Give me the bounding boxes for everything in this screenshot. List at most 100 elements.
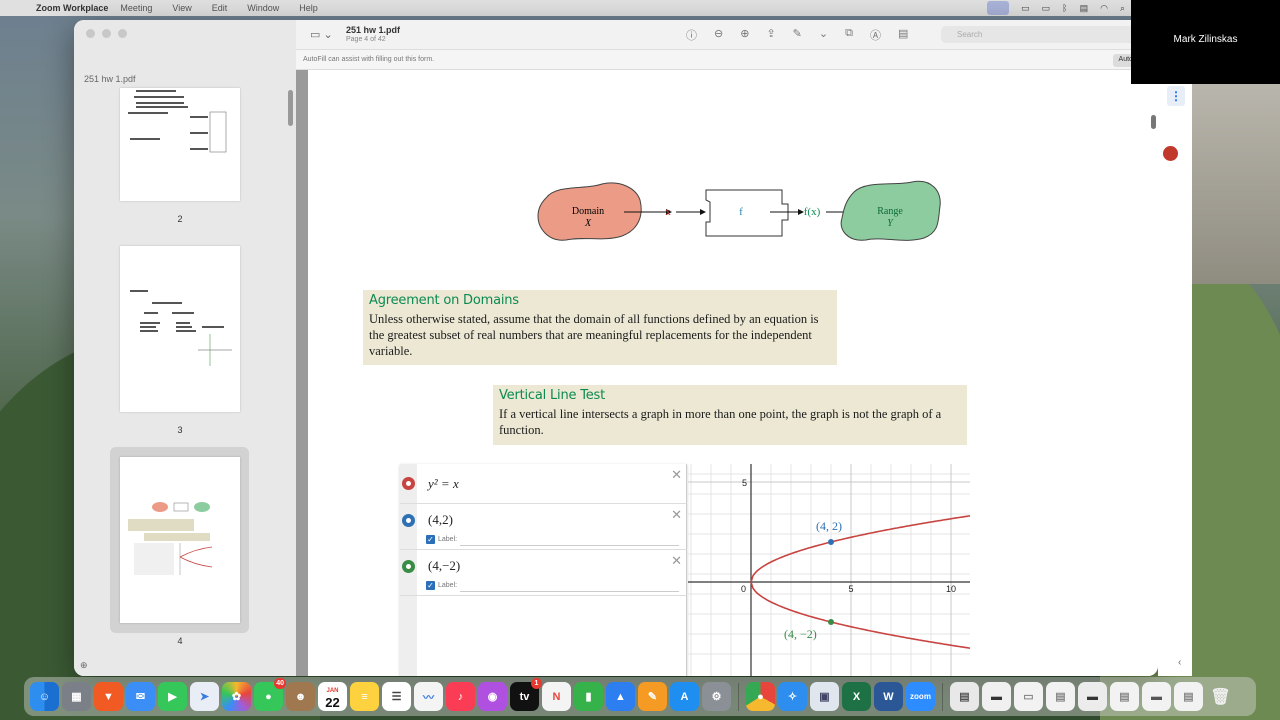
sidebar-toggle-icon[interactable]: ▭ ⌄ [310, 28, 333, 41]
point-color-icon[interactable] [402, 514, 415, 527]
notes-icon[interactable]: ≡ [350, 682, 379, 711]
menu-item-help[interactable]: Help [299, 3, 318, 13]
screen-mirror-icon[interactable]: ▭ [1021, 3, 1030, 14]
chrome-icon[interactable]: ● [746, 682, 775, 711]
point-4-2[interactable] [828, 539, 834, 545]
reminders-icon[interactable]: ☰ [382, 682, 411, 711]
recent-window-icon[interactable]: ▭ [1014, 682, 1043, 711]
contacts-icon[interactable]: ☻ [286, 682, 315, 711]
menu-app-name[interactable]: Zoom Workplace [36, 3, 108, 13]
rotate-icon[interactable]: ⧉ [845, 27, 853, 43]
highlight-icon[interactable]: Ⓐ [870, 27, 881, 43]
zoom-button[interactable] [118, 29, 127, 38]
add-page-icon[interactable]: ⊕ [80, 660, 88, 671]
document-viewer[interactable]: Domain X x f f(x) Range Y Agreement on D… [296, 70, 1158, 676]
calendar-icon[interactable]: JAN 22 [318, 682, 347, 711]
info-icon[interactable]: ⓘ [686, 27, 697, 43]
minimize-button[interactable] [102, 29, 111, 38]
mail-icon[interactable]: ✉ [126, 682, 155, 711]
word-icon[interactable]: W [874, 682, 903, 711]
delete-expression-icon[interactable]: ✕ [671, 507, 682, 523]
bluetooth-icon[interactable]: ᛒ [1062, 3, 1067, 13]
point-4-minus2[interactable] [828, 619, 834, 625]
news-icon[interactable]: N [542, 682, 571, 711]
recent-window-icon[interactable]: ▤ [1046, 682, 1075, 711]
menu-item-window[interactable]: Window [247, 3, 279, 13]
zoom-out-icon[interactable]: ⊖ [714, 27, 723, 43]
podcasts-icon[interactable]: ◉ [478, 682, 507, 711]
zoom-in-icon[interactable]: ⊕ [740, 27, 749, 43]
checkbox-icon[interactable]: ✓ [426, 535, 435, 544]
recent-window-icon[interactable]: ▤ [1110, 682, 1139, 711]
recent-window-icon[interactable]: ▤ [1174, 682, 1203, 711]
label-toggle[interactable]: ✓ Label: [426, 581, 457, 590]
music-icon[interactable]: ♪ [446, 682, 475, 711]
spotlight-icon[interactable]: ⌕ [1120, 3, 1125, 14]
system-settings-icon[interactable]: ⚙ [702, 682, 731, 711]
app-store-icon[interactable]: A [670, 682, 699, 711]
apple-tv-icon[interactable]: tv 1 [510, 678, 542, 711]
page-thumbnail-selected[interactable] [120, 457, 240, 623]
label-input-line[interactable] [460, 545, 679, 546]
brave-browser-icon[interactable]: ▼ [94, 682, 123, 711]
messages-badge: 40 [274, 678, 286, 689]
curve-color-icon[interactable] [402, 477, 415, 490]
page-thumbnail[interactable] [120, 246, 240, 412]
delete-expression-icon[interactable]: ✕ [671, 553, 682, 569]
search-input[interactable]: Search [941, 26, 1158, 43]
expression-text[interactable]: (4,2) [428, 512, 453, 528]
preview-icon[interactable]: ▣ [810, 682, 839, 711]
wifi-icon[interactable]: ◠ [1100, 3, 1108, 14]
avatar[interactable] [1163, 146, 1178, 161]
participant-video-tile[interactable]: Mark Zilinskas [1131, 0, 1280, 84]
checkbox-icon[interactable]: ✓ [426, 581, 435, 590]
page-thumbnail[interactable] [120, 88, 240, 201]
battery-icon[interactable]: ▭ [1042, 3, 1051, 14]
keynote-icon[interactable]: ▲ [606, 682, 635, 711]
point-color-icon[interactable] [402, 560, 415, 573]
expression-text[interactable]: y² = x [428, 476, 459, 492]
recent-window-icon[interactable]: ▬ [982, 682, 1011, 711]
maps-icon[interactable]: ➤ [190, 682, 219, 711]
launchpad-icon[interactable]: ▦ [62, 682, 91, 711]
thumbnail-label: 3 [177, 425, 183, 435]
form-fill-icon[interactable]: ▤ [898, 27, 908, 43]
x-tick-0: 0 [741, 584, 746, 594]
point-label-4-minus2: (4, −2) [784, 627, 817, 641]
messages-icon[interactable]: ● 40 [254, 678, 286, 711]
freeform-icon[interactable]: 〰 [414, 682, 443, 711]
delete-expression-icon[interactable]: ✕ [671, 467, 682, 483]
excel-icon[interactable]: X [842, 682, 871, 711]
pages-icon[interactable]: ✎ [638, 682, 667, 711]
expression-text[interactable]: (4,−2) [428, 558, 460, 574]
desmos-graph[interactable]: 0 5 10 5 (4, 2) (4, −2) [688, 464, 970, 676]
chevron-left-icon[interactable]: ‹ [1178, 657, 1181, 668]
photos-icon[interactable]: ✿ [222, 682, 251, 711]
zoom-status-icon[interactable] [987, 1, 1010, 15]
facetime-icon[interactable]: ▶ [158, 682, 187, 711]
chevron-down-icon[interactable]: ⌄ [819, 27, 828, 43]
more-options-icon[interactable]: ⋮ [1167, 86, 1185, 106]
menu-item-view[interactable]: View [172, 3, 191, 13]
expression-row[interactable]: (4,2) ✕ ✓ Label: [400, 504, 687, 550]
markup-pen-icon[interactable]: ✎ [793, 27, 802, 43]
menu-item-edit[interactable]: Edit [212, 3, 228, 13]
trash-icon[interactable]: 🗑 [1206, 682, 1235, 711]
recent-window-icon[interactable]: ▬ [1078, 682, 1107, 711]
expression-row[interactable]: y² = x ✕ [400, 464, 687, 504]
recent-window-icon[interactable]: ▤ [950, 682, 979, 711]
page-scrollbar[interactable] [1151, 115, 1156, 129]
numbers-icon[interactable]: ▮ [574, 682, 603, 711]
share-icon[interactable]: ⇪ [766, 27, 775, 43]
label-input-line[interactable] [460, 591, 679, 592]
label-toggle[interactable]: ✓ Label: [426, 535, 457, 544]
expression-row[interactable]: (4,−2) ✕ ✓ Label: [400, 550, 687, 596]
close-button[interactable] [86, 29, 95, 38]
safari-icon[interactable]: ✧ [778, 682, 807, 711]
recent-window-icon[interactable]: ▬ [1142, 682, 1171, 711]
zoom-app-icon[interactable]: zoom [906, 682, 935, 711]
menu-item-meeting[interactable]: Meeting [120, 3, 152, 13]
control-center-icon[interactable]: ▤ [1080, 3, 1089, 14]
finder-icon[interactable]: ☺ [30, 682, 59, 711]
sidebar-scrollbar[interactable] [288, 90, 293, 126]
